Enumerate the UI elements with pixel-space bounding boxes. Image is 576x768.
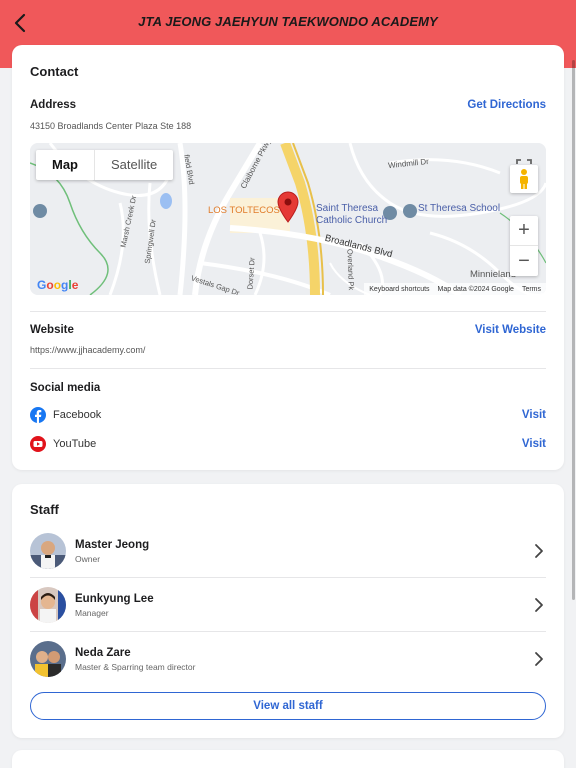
- website-label: Website: [30, 324, 74, 336]
- contact-card: Contact Address Get Directions 43150 Bro…: [12, 45, 564, 470]
- staff-card: Staff Master Jeong Owner Eunkyung Lee Ma…: [12, 484, 564, 738]
- staff-role: Owner: [75, 553, 101, 564]
- map-label-church-2: Catholic Church: [316, 215, 388, 226]
- map-attribution: Keyboard shortcuts Map data ©2024 Google…: [364, 283, 546, 295]
- satellite-mode-button[interactable]: Satellite: [95, 150, 173, 180]
- divider: [30, 311, 546, 312]
- zoom-out-button[interactable]: −: [510, 246, 538, 276]
- social-media-label: Social media: [30, 382, 101, 394]
- terms-link[interactable]: Terms: [522, 286, 541, 293]
- facebook-visit-link[interactable]: Visit: [522, 409, 546, 421]
- next-section-card: [12, 750, 564, 768]
- map-label-restaurant: LOS TOLTECOS: [208, 205, 280, 216]
- staff-name: Neda Zare: [75, 646, 131, 659]
- zoom-controls: + −: [510, 216, 538, 276]
- avatar: [30, 587, 66, 623]
- street-view-button[interactable]: [510, 165, 538, 193]
- pegman-icon: [520, 169, 528, 189]
- staff-title: Staff: [30, 502, 59, 517]
- social-row-facebook: Facebook Visit: [30, 405, 546, 425]
- map-type-toggle: Map Satellite: [36, 150, 174, 180]
- map-data-text: Map data ©2024 Google: [437, 285, 514, 293]
- staff-row[interactable]: Neda Zare Master & Sparring team directo…: [30, 632, 546, 686]
- youtube-label: YouTube: [53, 438, 97, 450]
- youtube-visit-link[interactable]: Visit: [522, 438, 546, 450]
- staff-row[interactable]: Eunkyung Lee Manager: [30, 578, 546, 632]
- avatar: [30, 641, 66, 677]
- get-directions-link[interactable]: Get Directions: [467, 99, 546, 111]
- page-title: JTA JEONG JAEHYUN TAEKWONDO ACADEMY: [138, 14, 438, 29]
- location-pin-icon[interactable]: [277, 191, 299, 223]
- scrollbar[interactable]: [572, 60, 575, 600]
- youtube-icon: [30, 436, 46, 452]
- address-text: 43150 Broadlands Center Plaza Ste 188: [30, 121, 192, 131]
- contact-title: Contact: [30, 64, 79, 79]
- staff-role: Manager: [75, 607, 109, 618]
- chevron-right-icon: [535, 598, 543, 612]
- divider: [30, 368, 546, 369]
- chevron-right-icon: [535, 544, 543, 558]
- zoom-in-button[interactable]: +: [510, 216, 538, 246]
- view-all-staff-button[interactable]: View all staff: [30, 692, 546, 720]
- social-row-youtube: YouTube Visit: [30, 434, 546, 454]
- facebook-label: Facebook: [53, 409, 102, 421]
- keyboard-shortcuts-link[interactable]: Keyboard shortcuts: [369, 286, 429, 293]
- map-label-church: Saint Theresa: [316, 203, 379, 214]
- facebook-icon: [30, 407, 46, 423]
- location-map[interactable]: LOS TOLTECOS Saint Theresa Catholic Chur…: [30, 143, 546, 295]
- visit-website-link[interactable]: Visit Website: [475, 324, 546, 336]
- staff-name: Eunkyung Lee: [75, 592, 154, 605]
- avatar: [30, 533, 66, 569]
- staff-row[interactable]: Master Jeong Owner: [30, 524, 546, 578]
- google-logo: Google: [37, 278, 79, 292]
- address-label: Address: [30, 99, 77, 111]
- staff-name: Master Jeong: [75, 538, 150, 551]
- map-mode-button[interactable]: Map: [36, 150, 95, 180]
- map-label-overland: Overland Pk: [345, 248, 356, 291]
- staff-role: Master & Sparring team director: [75, 661, 196, 672]
- map-label-school: St Theresa School: [418, 203, 501, 214]
- website-url: https://www.jjhacademy.com/: [30, 345, 146, 355]
- chevron-right-icon: [535, 652, 543, 666]
